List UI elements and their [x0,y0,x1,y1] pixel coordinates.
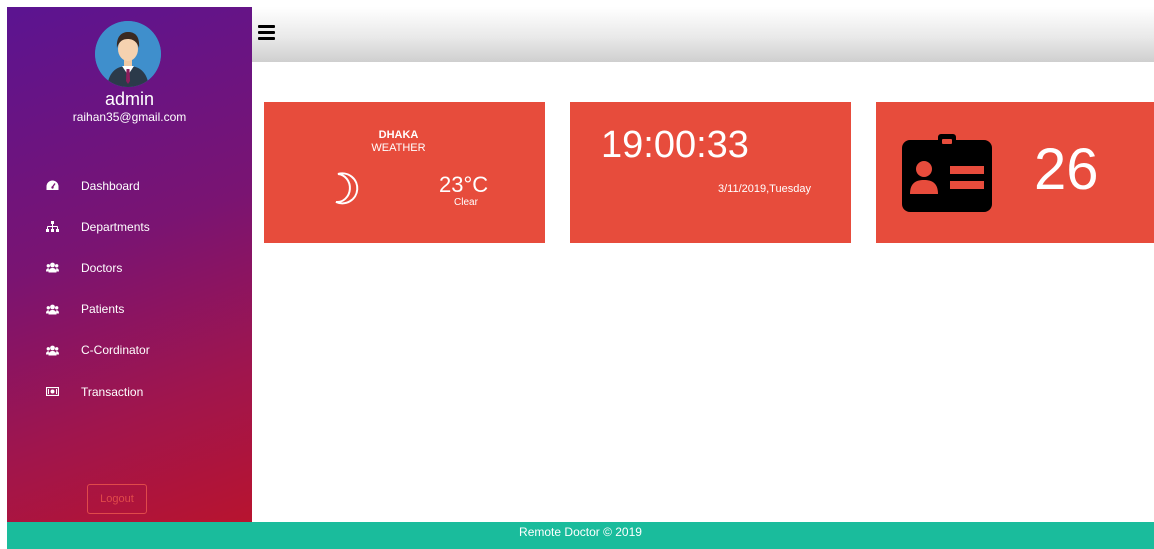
app-frame: admin raihan35@gmail.com Dashboard Depar… [0,0,1154,549]
clock-date: 3/11/2019,Tuesday [718,183,811,195]
clock-time: 19:00:33 [601,124,749,166]
sidebar-item-c-cordinator[interactable]: C-Cordinator [7,330,252,371]
sidebar: admin raihan35@gmail.com Dashboard Depar… [7,7,252,522]
sitemap-icon [45,220,59,234]
top-bar [252,7,1154,62]
count-card: 26 [876,102,1154,243]
weather-city: DHAKA [378,129,419,141]
hamburger-icon[interactable] [258,25,275,41]
avatar [95,21,161,87]
sidebar-nav: Dashboard Departments Doctors Patients C… [7,165,252,412]
sidebar-item-label: Dashboard [81,178,140,193]
count-value: 26 [1034,137,1099,202]
sidebar-item-doctors[interactable]: Doctors [7,247,252,288]
users-icon [45,302,59,316]
sidebar-item-patients[interactable]: Patients [7,289,252,330]
sidebar-item-dashboard[interactable]: Dashboard [7,165,252,206]
sidebar-item-departments[interactable]: Departments [7,206,252,247]
users-icon [45,343,59,357]
clock-card: 19:00:33 3/11/2019,Tuesday [570,102,851,243]
users-icon [45,261,59,275]
id-card-icon [902,134,992,214]
sidebar-item-label: Patients [81,302,125,317]
weather-card: DHAKA WEATHER 23°C Clear [264,102,545,243]
money-icon [45,385,59,399]
weather-temperature: 23°C [439,172,489,197]
admin-name: admin [104,89,155,109]
weather-label: WEATHER [371,142,426,154]
sidebar-item-label: Doctors [81,260,123,275]
weather-condition: Clear [454,197,478,208]
logout-button[interactable]: Logout [87,484,147,514]
footer: Remote Doctor © 2019 [7,522,1154,549]
sidebar-item-label: Departments [81,219,150,234]
sidebar-item-label: Transaction [81,384,144,399]
admin-email: raihan35@gmail.com [72,110,187,124]
sidebar-item-transaction[interactable]: Transaction [7,371,252,412]
dashboard-icon [45,179,59,193]
moon-icon [328,168,364,208]
sidebar-item-label: C-Cordinator [81,343,150,358]
